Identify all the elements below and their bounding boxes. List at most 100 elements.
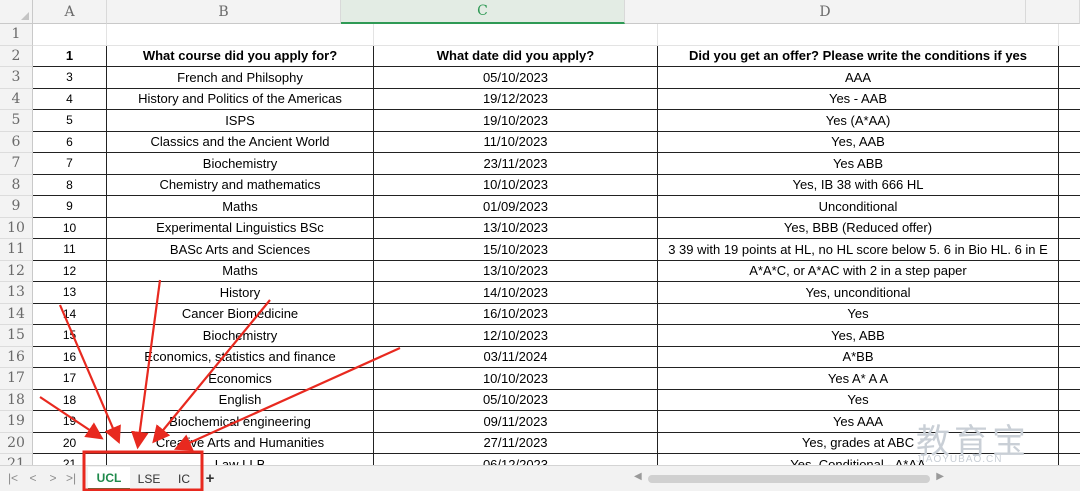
scroll-right-icon[interactable]: ▶ [936, 471, 944, 482]
cell-b[interactable]: Law LLB [107, 454, 374, 465]
cell-a[interactable]: 13 [33, 282, 107, 304]
cell-a[interactable]: 17 [33, 368, 107, 390]
cell-e[interactable] [1059, 132, 1080, 153]
scrollbar-thumb[interactable] [648, 475, 930, 483]
cell-a[interactable]: 5 [33, 110, 107, 132]
cell-b[interactable]: Creative Arts and Humanities [107, 432, 374, 454]
cell-e[interactable] [1059, 282, 1080, 304]
row-header[interactable]: 21 [0, 454, 33, 465]
cell-b[interactable]: Chemistry and mathematics [107, 174, 374, 196]
cell-c[interactable]: 13/10/2023 [374, 260, 658, 282]
cell-e[interactable] [1059, 175, 1080, 196]
cell-d[interactable]: Yes [658, 303, 1059, 325]
cell-b[interactable]: History [107, 282, 374, 304]
cell-c[interactable]: 27/11/2023 [374, 432, 658, 454]
cell-e[interactable] [1059, 261, 1080, 282]
row-header[interactable]: 2 [0, 45, 33, 67]
sheet-tab-ucl[interactable]: UCL [88, 467, 130, 490]
cell-d[interactable]: Yes, ABB [658, 325, 1059, 347]
row-header[interactable]: 20 [0, 432, 33, 454]
cell-d[interactable]: A*A*C, or A*AC with 2 in a step paper [658, 260, 1059, 282]
row-header[interactable]: 18 [0, 389, 33, 411]
cell-c[interactable]: 09/11/2023 [374, 411, 658, 433]
cell-b[interactable]: Economics [107, 368, 374, 390]
cell-c[interactable]: 01/09/2023 [374, 196, 658, 218]
cell-e[interactable] [1059, 411, 1080, 433]
cell-d[interactable]: Yes, unconditional [658, 282, 1059, 304]
cell-b[interactable]: Experimental Linguistics BSc [107, 217, 374, 239]
cell-e[interactable] [1059, 325, 1080, 347]
scroll-left-icon[interactable]: ◀ [634, 471, 642, 482]
row-header[interactable]: 15 [0, 325, 33, 347]
cell-b[interactable]: Economics, statistics and finance [107, 346, 374, 368]
cell-c[interactable]: 23/11/2023 [374, 153, 658, 175]
cell-a[interactable]: 8 [33, 174, 107, 196]
cell-d[interactable]: Yes, AAB [658, 131, 1059, 153]
cell-c[interactable]: 05/10/2023 [374, 389, 658, 411]
row-header[interactable]: 19 [0, 411, 33, 433]
cell-a[interactable]: 9 [33, 196, 107, 218]
cell-c[interactable]: 19/10/2023 [374, 110, 658, 132]
cell-c[interactable]: 13/10/2023 [374, 217, 658, 239]
column-header-b[interactable]: B [107, 0, 341, 24]
cell-d[interactable]: AAA [658, 67, 1059, 89]
cell-c[interactable]: 16/10/2023 [374, 303, 658, 325]
row-header[interactable]: 4 [0, 88, 33, 110]
cell-b[interactable]: History and Politics of the Americas [107, 88, 374, 110]
cell-d[interactable]: Yes, BBB (Reduced offer) [658, 217, 1059, 239]
cell-a[interactable]: 6 [33, 131, 107, 153]
row-header[interactable]: 7 [0, 153, 33, 175]
sheet-tab-ic[interactable]: IC [168, 467, 200, 490]
cell-e[interactable] [1059, 67, 1080, 89]
row-header[interactable]: 1 [0, 24, 33, 46]
next-sheet-icon[interactable]: > [46, 471, 60, 485]
horizontal-scrollbar[interactable]: ◀ ▶ [634, 471, 944, 486]
cell-c[interactable]: 12/10/2023 [374, 325, 658, 347]
cell-b[interactable]: Cancer Biomedicine [107, 303, 374, 325]
cell-c[interactable]: 19/12/2023 [374, 88, 658, 110]
cell-a[interactable] [33, 24, 107, 46]
cell-e[interactable] [1059, 239, 1080, 261]
row-header[interactable]: 5 [0, 110, 33, 132]
cell-d[interactable]: Yes, Conditional - A*AA [658, 454, 1059, 465]
cell-a[interactable]: 1 [33, 45, 107, 67]
row-header[interactable]: 6 [0, 131, 33, 153]
cell-d[interactable]: Yes, IB 38 with 666 HL [658, 174, 1059, 196]
cell-b[interactable]: Maths [107, 196, 374, 218]
cell-e[interactable] [1059, 110, 1080, 132]
row-header[interactable]: 12 [0, 260, 33, 282]
cell-a[interactable]: 10 [33, 217, 107, 239]
add-sheet-button[interactable]: + [202, 467, 218, 490]
cell-d[interactable]: 3 39 with 19 points at HL, no HL score b… [658, 239, 1059, 261]
cell-e[interactable] [1059, 218, 1080, 239]
cell-b[interactable]: Biochemical engineering [107, 411, 374, 433]
cell-d[interactable]: Yes [658, 389, 1059, 411]
cell-d[interactable]: Yes AAA [658, 411, 1059, 433]
cell-d[interactable]: Yes A* A A [658, 368, 1059, 390]
cell-d[interactable]: Yes ABB [658, 153, 1059, 175]
cell-a[interactable]: 16 [33, 346, 107, 368]
cell-a[interactable]: 12 [33, 260, 107, 282]
column-header-c[interactable]: C [341, 0, 625, 24]
first-sheet-icon[interactable]: |< [6, 471, 20, 485]
cell-c[interactable]: 15/10/2023 [374, 239, 658, 261]
cell-c[interactable]: 03/11/2024 [374, 346, 658, 368]
row-header[interactable]: 14 [0, 303, 33, 325]
cell-c[interactable]: 10/10/2023 [374, 368, 658, 390]
cell-c[interactable]: 10/10/2023 [374, 174, 658, 196]
cell-c[interactable] [374, 24, 658, 46]
row-header[interactable]: 11 [0, 239, 33, 261]
cell-a[interactable]: 7 [33, 153, 107, 175]
sheet-tab-lse[interactable]: LSE [130, 467, 168, 490]
cell-a[interactable]: 18 [33, 389, 107, 411]
cell-d[interactable]: Yes, grades at ABC [658, 432, 1059, 454]
cell-b[interactable] [107, 24, 374, 46]
column-header-d[interactable]: D [625, 0, 1026, 24]
row-header[interactable]: 13 [0, 282, 33, 304]
cell-b[interactable]: Biochemistry [107, 153, 374, 175]
cell-a[interactable]: 19 [33, 411, 107, 433]
row-header[interactable]: 17 [0, 368, 33, 390]
row-header[interactable]: 10 [0, 217, 33, 239]
cell-e[interactable] [1059, 196, 1080, 218]
cell-e[interactable]: If rej [1059, 46, 1080, 67]
